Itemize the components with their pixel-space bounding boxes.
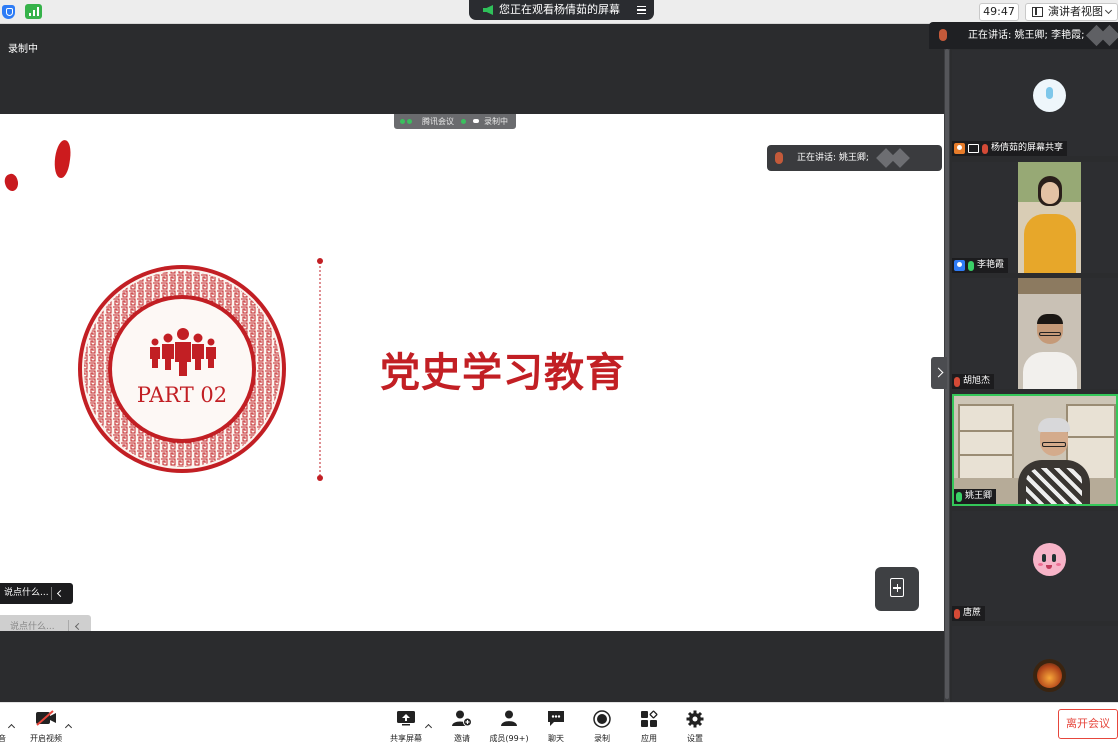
mic-muted-icon xyxy=(954,608,960,619)
avatar xyxy=(1033,79,1066,112)
chat-placeholder: 说点什么... xyxy=(4,588,49,598)
members-label: 成员(99+) xyxy=(489,734,529,743)
participant-video xyxy=(954,396,1116,504)
recording-status: 录制中 xyxy=(8,44,38,55)
mic-icon xyxy=(939,29,947,41)
share-recording-text: 录制中 xyxy=(484,117,508,126)
participant-name-tag: 胡旭杰 xyxy=(952,374,995,389)
chevron-down-icon xyxy=(1104,6,1113,15)
apps-label: 应用 xyxy=(641,734,657,743)
participant-name-tag: 李艳霞 xyxy=(952,258,1009,273)
video-off-icon xyxy=(36,710,56,726)
participant-tile[interactable]: 胡旭杰 xyxy=(952,278,1118,389)
participant-name: 唐蔗 xyxy=(963,608,982,618)
invite-icon xyxy=(452,710,472,727)
participant-video xyxy=(1018,162,1081,273)
mic-icon xyxy=(775,152,783,164)
record-label: 录制 xyxy=(594,734,610,743)
participant-video xyxy=(1018,278,1081,389)
participant-name-tag: 杨倩茹的屏幕共享 xyxy=(952,141,1068,156)
app-name: 腾讯会议 xyxy=(422,117,454,126)
chat-placeholder: 说点什么... xyxy=(10,622,55,632)
chat-input-light[interactable]: 说点什么... xyxy=(0,615,91,632)
viewing-screen-text: 您正在观看杨倩茹的屏幕 xyxy=(499,3,620,16)
floating-talking-indicator: 正在讲话: 姚王卿; xyxy=(767,145,942,171)
chevron-left-icon[interactable] xyxy=(74,622,83,631)
viewing-screen-banner[interactable]: 您正在观看杨倩茹的屏幕 xyxy=(469,0,654,20)
meeting-window: 您正在观看杨倩茹的屏幕 49:47 演讲者视图 录制中 PART 02 党史学习… xyxy=(0,0,1118,745)
invite-label: 邀请 xyxy=(454,734,470,743)
mic-muted-icon xyxy=(954,376,960,387)
shared-screen: PART 02 党史学习教育 xyxy=(0,114,944,631)
share-screen-icon xyxy=(397,711,415,726)
mute-options-caret[interactable] xyxy=(7,723,16,732)
mic-icon xyxy=(968,260,974,271)
mic-icon xyxy=(956,491,962,502)
speaker-icon xyxy=(483,5,493,15)
layout-icon xyxy=(1032,7,1043,17)
talking-text: 正在讲话: 姚王卿; xyxy=(797,153,869,163)
gear-icon xyxy=(686,710,704,728)
network-signal-icon[interactable] xyxy=(25,4,42,19)
participant-name-tag: 唐蔗 xyxy=(952,606,986,621)
bottom-toolbar: 音 开启视频 共享屏幕 邀请 成员(99+) 聊天 录制 应用 设置 xyxy=(0,702,1118,745)
top-bar: 您正在观看杨倩茹的屏幕 49:47 演讲者视图 xyxy=(0,0,1118,24)
participant-tile[interactable]: 李艳霞 xyxy=(952,162,1118,273)
settings-label: 设置 xyxy=(687,734,703,743)
apps-icon xyxy=(641,710,658,727)
members-icon xyxy=(501,710,517,726)
record-icon xyxy=(593,710,611,728)
slide-title: 党史学习教育 xyxy=(380,350,626,396)
part-label: PART 02 xyxy=(136,383,228,407)
chevron-left-icon[interactable] xyxy=(56,589,65,598)
chat-label: 聊天 xyxy=(548,734,564,743)
avatar xyxy=(1033,543,1066,576)
participant-name: 李艳霞 xyxy=(977,260,1005,270)
screen-share-icon xyxy=(968,144,979,153)
avatar xyxy=(890,148,910,168)
avatar xyxy=(1033,659,1066,692)
participant-tile[interactable]: 唐蔗 xyxy=(952,511,1118,621)
view-mode-dropdown[interactable]: 演讲者视图 xyxy=(1025,3,1118,21)
video-label: 开启视频 xyxy=(30,734,62,743)
participant-name: 姚王卿 xyxy=(965,491,993,501)
chat-input-dark[interactable]: 说点什么... xyxy=(0,583,73,604)
cloud-icon xyxy=(473,119,479,123)
security-shield-icon[interactable] xyxy=(2,5,15,19)
avatar xyxy=(1098,24,1118,47)
annotate-button[interactable] xyxy=(875,567,919,611)
share-screen-label: 共享屏幕 xyxy=(390,734,422,743)
collapse-panel-button[interactable] xyxy=(931,357,947,389)
participant-tile-active[interactable]: 姚王卿 xyxy=(952,394,1118,506)
mute-label: 音 xyxy=(0,734,6,743)
menu-icon[interactable] xyxy=(637,6,646,14)
mic-muted-icon xyxy=(982,143,988,154)
participant-name: 胡旭杰 xyxy=(963,376,991,386)
video-options-caret[interactable] xyxy=(64,723,73,732)
share-status-tag[interactable]: 腾讯会议 录制中 xyxy=(394,114,516,129)
leave-meeting-button[interactable]: 离开会议 xyxy=(1058,709,1118,739)
cohost-icon xyxy=(954,260,965,271)
participant-tile[interactable] xyxy=(952,626,1118,702)
view-mode-label: 演讲者视图 xyxy=(1048,5,1103,18)
share-options-caret[interactable] xyxy=(424,723,433,732)
meeting-timer: 49:47 xyxy=(979,3,1019,21)
host-icon xyxy=(954,143,965,154)
panel-talking-header: 正在讲话: 姚王卿; 李艳霞; xyxy=(929,22,1118,49)
participant-name-tag: 姚王卿 xyxy=(954,489,997,504)
participant-name: 杨倩茹的屏幕共享 xyxy=(991,143,1064,153)
panel-talking-text: 正在讲话: 姚王卿; 李艳霞; xyxy=(968,30,1085,41)
chat-icon xyxy=(548,711,564,726)
participant-tile[interactable]: 杨倩茹的屏幕共享 xyxy=(952,50,1118,156)
